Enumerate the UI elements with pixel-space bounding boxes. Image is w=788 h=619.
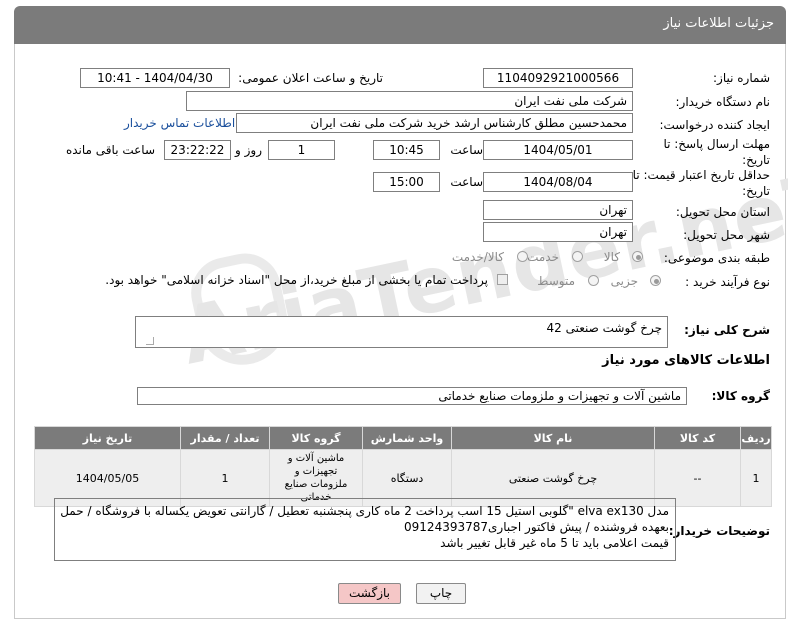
contact-info-link[interactable]: اطلاعات تماس خریدار bbox=[124, 116, 235, 130]
price-validity-time-label: ساعت bbox=[450, 175, 483, 189]
deadline-date-field: 1404/05/01 bbox=[483, 140, 633, 160]
cell-row-number: 1 bbox=[740, 449, 772, 507]
buyer-notes-line: قیمت اعلامی باید تا 5 ماه غیر قابل تغییر… bbox=[440, 536, 669, 550]
remaining-label: ساعت باقی مانده bbox=[65, 143, 155, 157]
category-radio-goods-service[interactable] bbox=[517, 251, 528, 262]
summary-field: چرخ گوشت صنعتی 42 bbox=[135, 316, 668, 348]
buyer-org-field: شرکت ملی نفت ایران bbox=[186, 91, 633, 111]
deadline-time-field: 10:45 bbox=[373, 140, 440, 160]
category-radio-service[interactable] bbox=[572, 251, 583, 262]
back-button[interactable]: بازگشت bbox=[338, 583, 401, 604]
col-header-group: گروه کالا bbox=[269, 426, 363, 450]
goods-group-label: گروه کالا: bbox=[711, 389, 770, 403]
price-validity-time-field: 15:00 bbox=[373, 172, 440, 192]
buyer-notes-line: مدل elva ex130 "گلوبی استیل 15 اسب پرداخ… bbox=[60, 504, 669, 518]
buyer-notes-field: مدل elva ex130 "گلوبی استیل 15 اسب پرداخ… bbox=[54, 498, 676, 561]
treasury-payment-checkbox[interactable] bbox=[497, 274, 508, 285]
col-header-quantity: تعداد / مقدار bbox=[180, 426, 270, 450]
goods-section-title: اطلاعات کالاهای مورد نیاز bbox=[602, 353, 770, 368]
goods-group-field: ماشین آلات و تجهیزات و ملزومات صنایع خدم… bbox=[137, 387, 687, 405]
col-header-name: نام کالا bbox=[451, 426, 655, 450]
announce-label: تاریخ و ساعت اعلان عمومی: bbox=[238, 71, 383, 85]
print-button[interactable]: چاپ bbox=[416, 583, 466, 604]
resize-handle[interactable] bbox=[146, 337, 154, 345]
price-validity-date-field: 1404/08/04 bbox=[483, 172, 633, 192]
province-field: تهران bbox=[483, 200, 633, 220]
page-header: جزئیات اطلاعات نیاز bbox=[14, 6, 786, 44]
items-table: ردیف کد کالا نام کالا واحد شمارش گروه کا… bbox=[34, 426, 772, 507]
category-option-service: خدمت bbox=[527, 250, 559, 264]
category-radio-goods[interactable] bbox=[632, 251, 643, 262]
category-option-goods-service: کالا/خدمت bbox=[451, 250, 504, 264]
summary-label: شرح کلی نیاز: bbox=[684, 323, 770, 337]
col-header-row-number: ردیف bbox=[740, 426, 772, 450]
creator-field: محمدحسین مطلق کارشناس ارشد خرید شرکت ملی… bbox=[236, 113, 633, 133]
city-field: تهران bbox=[483, 222, 633, 242]
process-option-minor: جزیی bbox=[610, 274, 638, 288]
table-header-row: ردیف کد کالا نام کالا واحد شمارش گروه کا… bbox=[34, 426, 772, 450]
col-header-code: کد کالا bbox=[654, 426, 741, 450]
deadline-label: مهلت ارسال پاسخ: تا تاریخ: bbox=[663, 137, 770, 167]
process-radio-minor[interactable] bbox=[650, 275, 661, 286]
city-label: شهر محل تحویل: bbox=[683, 228, 770, 242]
announce-datetime-field: 1404/04/30 - 10:41 bbox=[80, 68, 230, 88]
days-count-field: 1 bbox=[268, 140, 335, 160]
buyer-org-label: نام دستگاه خریدار: bbox=[675, 95, 771, 109]
need-number-field: 1104092921000566 bbox=[483, 68, 633, 88]
deadline-time-label: ساعت bbox=[450, 143, 483, 157]
category-option-goods: کالا bbox=[603, 250, 620, 264]
process-label: نوع فرآیند خرید : bbox=[685, 275, 770, 289]
summary-text: چرخ گوشت صنعتی 42 bbox=[546, 321, 662, 335]
province-label: استان محل تحویل: bbox=[675, 205, 770, 219]
col-header-unit: واحد شمارش bbox=[362, 426, 452, 450]
treasury-payment-note: پرداخت تمام یا بخشی از مبلغ خرید،از محل … bbox=[105, 273, 488, 287]
col-header-need-date: تاریخ نیاز bbox=[34, 426, 181, 450]
remaining-time-field: 23:22:22 bbox=[164, 140, 231, 160]
buyer-notes-label: توضیحات خریدار: bbox=[668, 524, 770, 538]
process-option-medium: متوسط bbox=[537, 274, 575, 288]
page-title: جزئیات اطلاعات نیاز bbox=[663, 16, 774, 31]
days-label: روز و bbox=[235, 143, 262, 157]
need-number-label: شماره نیاز: bbox=[713, 71, 770, 85]
category-label: طبقه بندی موضوعی: bbox=[663, 251, 770, 265]
price-validity-label: حداقل تاریخ اعتبار قیمت: تا تاریخ: bbox=[632, 168, 770, 198]
process-radio-medium[interactable] bbox=[588, 275, 599, 286]
buyer-notes-line: بعهده فروشنده / پیش فاکتور اجباری0912439… bbox=[404, 520, 669, 534]
creator-label: ایجاد کننده درخواست: bbox=[659, 118, 770, 132]
